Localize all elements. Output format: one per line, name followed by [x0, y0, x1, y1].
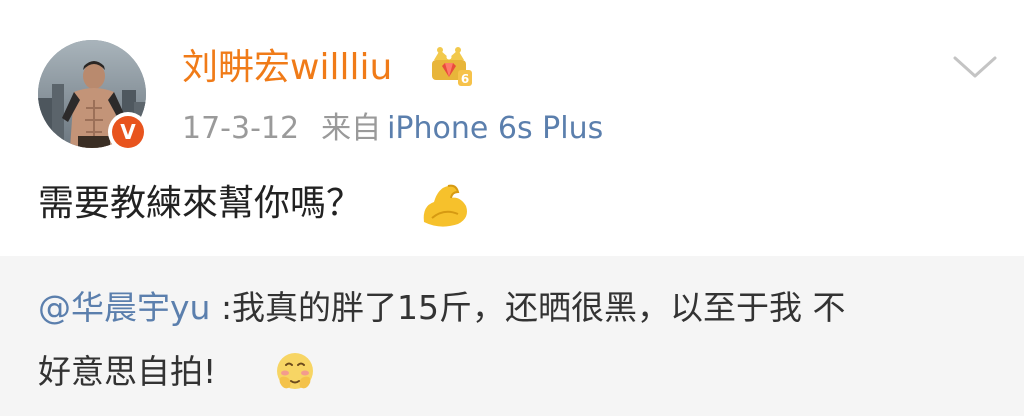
repost-line-2: 好意思自拍! — [38, 352, 217, 391]
post-meta: 17-3-12 来自 iPhone 6s Plus — [182, 108, 603, 150]
verified-badge: V — [108, 112, 148, 152]
crown-icon[interactable]: 6 — [428, 46, 474, 90]
verified-badge-mark: V — [112, 116, 144, 148]
weibo-post: V 刘畊宏willliu 6 17-3-12 来自 iPhone 6s Plus 需… — [0, 0, 1024, 416]
source-device-link[interactable]: iPhone 6s Plus — [387, 111, 603, 146]
username[interactable]: 刘畊宏willliu — [182, 44, 392, 92]
mention-link[interactable]: @华晨宇yu — [38, 288, 210, 327]
repost-box[interactable]: @华晨宇yu :我真的胖了15斤，还晒很黑，以至于我 不 好意思自拍! — [0, 256, 1024, 416]
source-prefix: 来自 — [321, 111, 382, 146]
flexed-biceps-icon — [423, 184, 467, 227]
post-date: 17-3-12 — [182, 111, 300, 146]
repost-line-1: @华晨宇yu :我真的胖了15斤，还晒很黑，以至于我 不 — [38, 284, 846, 332]
post-text: 需要教練來幫你嗎？ — [38, 183, 363, 224]
svg-text:6: 6 — [461, 72, 469, 86]
awkward-face-icon — [277, 353, 313, 389]
chevron-down-icon[interactable] — [950, 50, 1000, 84]
repost-text-1: :我真的胖了15斤，还晒很黑，以至于我 不 — [210, 288, 846, 327]
post-header: V 刘畊宏willliu 6 17-3-12 来自 iPhone 6s Plus — [0, 0, 1024, 160]
